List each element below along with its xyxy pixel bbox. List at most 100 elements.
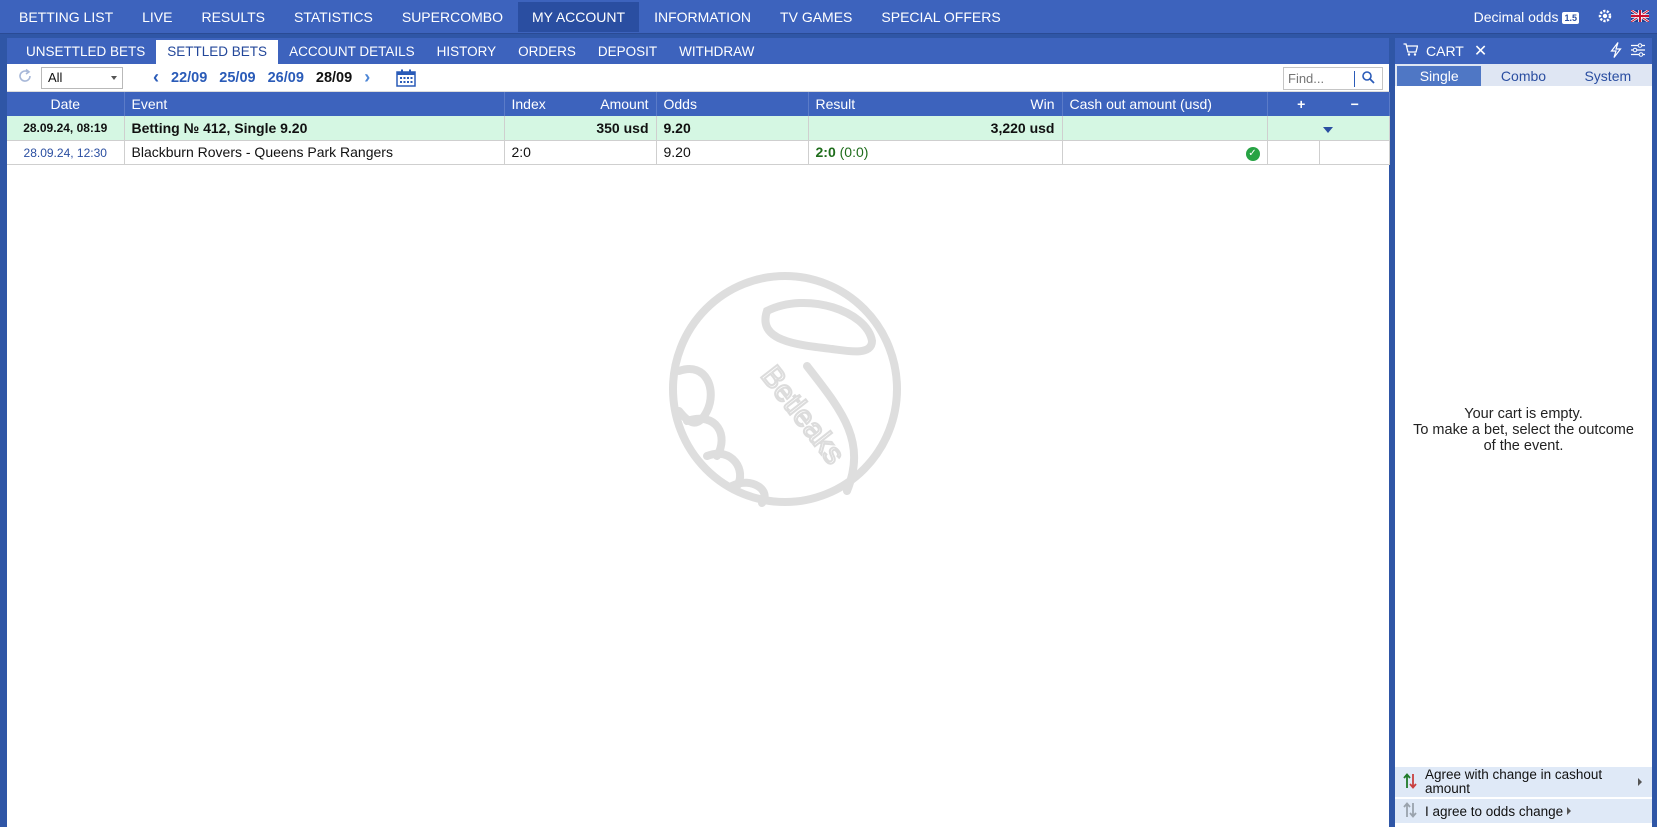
lightning-icon[interactable]: [1610, 42, 1622, 61]
date-link-1[interactable]: 22/09: [171, 70, 207, 86]
cart-title: CART: [1426, 43, 1464, 59]
agree-cashout-change-option[interactable]: Agree with change in cashout amount: [1395, 767, 1652, 797]
nav-special-offers[interactable]: SPECIAL OFFERS: [867, 2, 1014, 32]
nav-betting-list[interactable]: BETTING LIST: [5, 2, 127, 32]
bet-amount: 350 usd: [504, 116, 657, 141]
event-result: 2:0 (0:0): [808, 140, 1063, 165]
cart-tab-combo[interactable]: Combo: [1481, 66, 1565, 86]
gear-icon[interactable]: [1597, 8, 1613, 27]
tab-orders[interactable]: ORDERS: [507, 40, 587, 64]
chevron-down-icon: [111, 75, 117, 80]
bet-date: 28.09.24, 08:19: [7, 116, 125, 141]
cart-tab-single[interactable]: Single: [1397, 66, 1482, 86]
col-header-odds[interactable]: Odds: [656, 92, 809, 116]
row-expand-toggle[interactable]: [1267, 116, 1390, 141]
event-score: 2:0: [815, 144, 836, 160]
agree-odds-label: I agree to odds change: [1425, 803, 1564, 819]
account-panel: UNSETTLED BETS SETTLED BETS ACCOUNT DETA…: [7, 38, 1390, 827]
nav-supercombo[interactable]: SUPERCOMBO: [388, 2, 517, 32]
triangle-right-icon: [1638, 778, 1642, 786]
top-navigation: BETTING LIST LIVE RESULTS STATISTICS SUP…: [0, 0, 1657, 34]
filter-toolbar: All ‹ 22/09 25/09 26/09 28/09 ›: [7, 64, 1389, 92]
odds-format-label: Decimal odds: [1473, 9, 1559, 25]
bets-table: Date Event Index Amount Odds Result Win Ca…: [7, 92, 1390, 165]
cart-empty-line-3: of the event.: [1483, 438, 1564, 454]
agree-cashout-label: Agree with change in cashout amount: [1425, 767, 1603, 796]
cart-empty-message: Your cart is empty. To make a bet, selec…: [1395, 406, 1652, 454]
check-circle-icon: ✓: [1245, 147, 1260, 161]
date-link-3[interactable]: 26/09: [268, 70, 304, 86]
nav-live[interactable]: LIVE: [128, 2, 186, 32]
cart-tools: [1610, 42, 1646, 61]
col-header-index-amount: Index Amount: [504, 92, 657, 116]
cart-panel: CART ✕ Single Combo System Your cart is …: [1395, 38, 1652, 827]
tab-settled-bets[interactable]: SETTLED BETS: [156, 40, 279, 64]
nav-tv-games[interactable]: TV GAMES: [766, 2, 866, 32]
up-down-arrows-icon: [1403, 772, 1419, 792]
calendar-icon[interactable]: [396, 69, 416, 87]
event-index: 2:0: [504, 140, 657, 165]
search-input[interactable]: [1284, 68, 1354, 89]
event-controls: [1319, 140, 1390, 165]
bet-title: Betting № 412, Single 9.20: [124, 116, 505, 141]
col-header-index[interactable]: Index: [512, 96, 546, 112]
tab-unsettled-bets[interactable]: UNSETTLED BETS: [15, 40, 156, 64]
cart-tab-system[interactable]: System: [1566, 66, 1650, 86]
search-box: [1283, 67, 1383, 90]
tab-withdraw[interactable]: WITHDRAW: [668, 40, 765, 64]
tab-history[interactable]: HISTORY: [426, 40, 508, 64]
close-icon[interactable]: ✕: [1474, 41, 1487, 61]
cart-tabs: Single Combo System: [1395, 64, 1652, 86]
col-header-cashout[interactable]: Cash out amount (usd): [1062, 92, 1268, 116]
watermark-logo: Betleaks: [667, 271, 907, 511]
nav-my-account[interactable]: MY ACCOUNT: [517, 1, 640, 32]
chevron-down-icon: [1323, 126, 1333, 133]
tab-account-details[interactable]: ACCOUNT DETAILS: [278, 40, 426, 64]
nav-information[interactable]: INFORMATION: [640, 2, 765, 32]
col-header-event[interactable]: Event: [124, 92, 505, 116]
odds-format-selector[interactable]: Decimal odds 1.5: [1474, 9, 1579, 25]
date-link-2[interactable]: 25/09: [219, 70, 255, 86]
bet-win: 3,220 usd: [808, 116, 1063, 141]
event-win-status: ✓: [1062, 140, 1268, 165]
cart-empty-line-1: Your cart is empty.: [1464, 406, 1583, 422]
col-header-result[interactable]: Result: [816, 96, 856, 112]
bet-cashout: [1062, 116, 1268, 141]
bet-filter-select[interactable]: All: [41, 66, 123, 89]
event-date-cell: 28.09.24, 12:30: [7, 140, 125, 165]
flag-uk-icon[interactable]: [1631, 9, 1649, 25]
event-halftime-score: (0:0): [839, 144, 869, 160]
chevron-left-icon[interactable]: ‹: [147, 67, 165, 88]
topnav-right: Decimal odds 1.5: [1474, 0, 1649, 34]
bet-detail-row: 28.09.24, 12:30 Blackburn Rovers - Queen…: [7, 140, 1390, 165]
col-header-result-win: Result Win: [808, 92, 1063, 116]
chevron-right-icon[interactable]: ›: [358, 67, 376, 88]
bet-odds: 9.20: [656, 116, 809, 141]
cart-icon: [1403, 43, 1419, 59]
date-link-current[interactable]: 28/09: [316, 70, 352, 86]
table-header-row: Date Event Index Amount Odds Result Win Ca…: [7, 92, 1390, 116]
event-odds: 9.20: [656, 140, 809, 165]
nav-results[interactable]: RESULTS: [187, 2, 279, 32]
bet-filter-value: All: [48, 69, 63, 85]
search-icon[interactable]: [1355, 70, 1381, 87]
refresh-icon[interactable]: [15, 68, 35, 88]
nav-statistics[interactable]: STATISTICS: [280, 2, 387, 32]
cart-header: CART ✕: [1395, 38, 1652, 64]
cart-empty-line-2: To make a bet, select the outcome: [1413, 422, 1634, 438]
collapse-all-button[interactable]: −: [1351, 96, 1359, 112]
col-header-win[interactable]: Win: [1030, 96, 1054, 112]
bet-summary-row[interactable]: 28.09.24, 08:19 Betting № 412, Single 9.…: [7, 116, 1390, 141]
tab-deposit[interactable]: DEPOSIT: [587, 40, 668, 64]
expand-all-button[interactable]: +: [1297, 96, 1305, 112]
up-down-arrows-icon: [1403, 801, 1419, 821]
col-header-controls: + −: [1267, 92, 1390, 116]
account-subnav: UNSETTLED BETS SETTLED BETS ACCOUNT DETA…: [7, 38, 1389, 64]
event-date: 28.09.24, 12:30: [23, 146, 107, 160]
settings-sliders-icon[interactable]: [1630, 42, 1646, 61]
event-name: Blackburn Rovers - Queens Park Rangers: [124, 140, 505, 165]
col-header-amount[interactable]: Amount: [600, 96, 648, 112]
col-header-date[interactable]: Date: [7, 92, 125, 116]
triangle-right-icon: [1567, 807, 1572, 815]
agree-odds-change-option[interactable]: I agree to odds change: [1395, 799, 1652, 823]
